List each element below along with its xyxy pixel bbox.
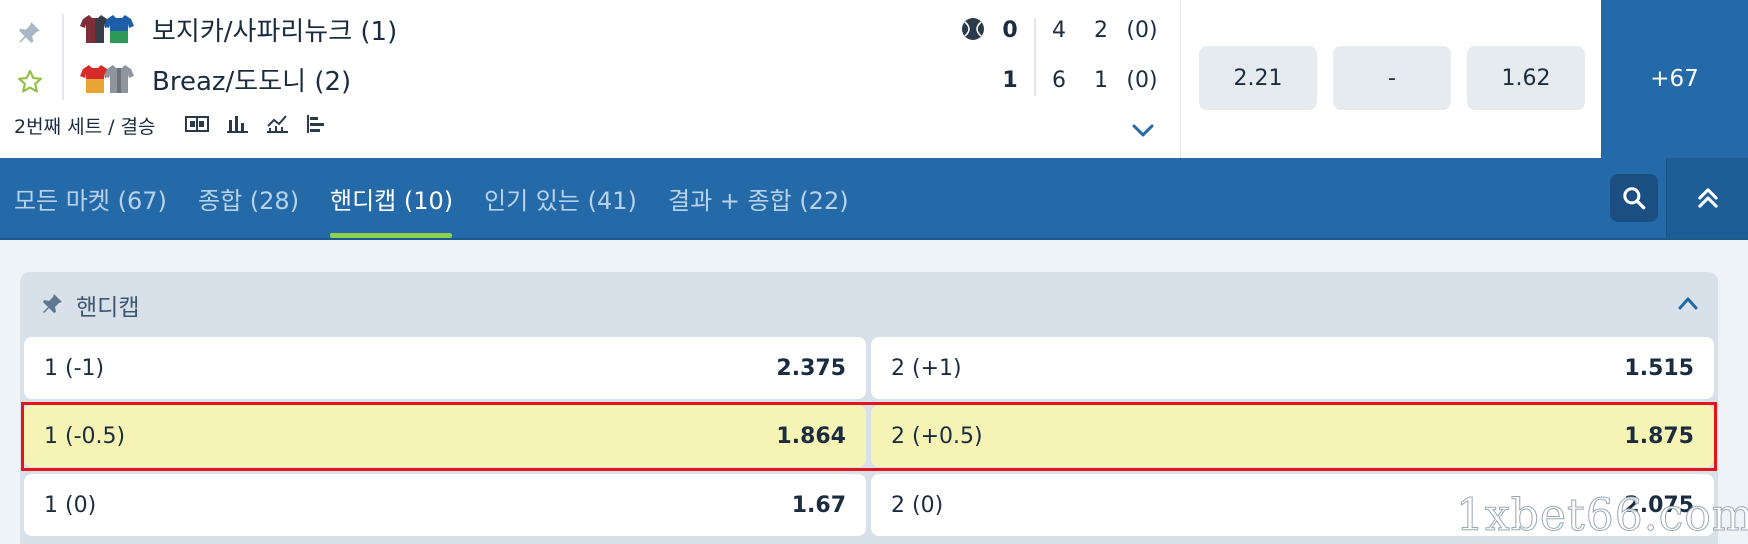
double-chevron-up-icon xyxy=(1697,188,1718,208)
team-2-set2: 1 xyxy=(1094,68,1108,93)
bet-label: 1 (-1) xyxy=(44,355,105,381)
highlight-box xyxy=(21,402,1717,471)
chevron-down-icon[interactable] xyxy=(1130,122,1156,140)
odd-button-2[interactable]: 1.62 xyxy=(1467,46,1585,110)
tab-result-total[interactable]: 결과 + 종합 (22) xyxy=(668,158,849,238)
team-2-set1: 6 xyxy=(1052,68,1066,93)
market-header[interactable]: 핸디캡 xyxy=(20,272,1718,334)
bet-odd: 2.375 xyxy=(776,355,846,381)
watermark: 1xbet66.com xyxy=(1456,490,1748,542)
tab-all-markets[interactable]: 모든 마켓 (67) xyxy=(14,158,167,238)
line-chart-icon[interactable] xyxy=(264,112,290,136)
tab-popular[interactable]: 인기 있는 (41) xyxy=(484,158,637,238)
team-1-jerseys xyxy=(80,11,138,47)
favorite-star-icon[interactable] xyxy=(16,68,44,96)
market-title: 핸디캡 xyxy=(76,295,140,321)
scoreboard-icon[interactable] xyxy=(184,112,210,136)
pin-icon[interactable] xyxy=(40,292,64,316)
bet-option[interactable]: 1 (-1) 2.375 xyxy=(24,337,866,399)
search-button[interactable] xyxy=(1610,174,1658,222)
tab-handicap[interactable]: 핸디캡 (10) xyxy=(330,158,453,238)
team-1-name: 보지카/사파리뉴크 (1) xyxy=(152,16,398,47)
team-1-set1: 4 xyxy=(1052,18,1066,43)
team-2-total-score: 1 xyxy=(1002,68,1018,93)
jersey-icon xyxy=(104,15,134,43)
divider xyxy=(62,14,64,100)
bet-odd: 1.67 xyxy=(791,492,846,518)
match-period: 2번째 세트 / 결승 xyxy=(14,116,156,138)
divider xyxy=(1034,18,1036,96)
collapse-button[interactable] xyxy=(1666,158,1748,238)
team-2-game: (0) xyxy=(1126,68,1158,93)
active-tab-indicator xyxy=(330,233,452,238)
bet-label: 2 (+1) xyxy=(891,355,962,381)
team-1-row[interactable]: 보지카/사파리뉴크 (1) xyxy=(80,9,397,49)
match-actions xyxy=(10,14,50,104)
bet-odd: 1.515 xyxy=(1624,355,1694,381)
list-chart-icon[interactable] xyxy=(304,112,330,136)
more-markets-button[interactable]: +67 xyxy=(1601,0,1748,158)
bet-label: 2 (0) xyxy=(891,492,944,518)
team-2-row[interactable]: Breaz/도도니 (2) xyxy=(80,59,351,99)
stat-icons xyxy=(184,112,330,136)
bet-option[interactable]: 1 (0) 1.67 xyxy=(24,474,866,536)
search-icon xyxy=(1623,187,1646,210)
market-tabs: 모든 마켓 (67) 종합 (28) 핸디캡 (10) 인기 있는 (41) 결… xyxy=(0,158,1748,240)
bet-label: 1 (0) xyxy=(44,492,97,518)
pin-icon[interactable] xyxy=(16,20,42,46)
bar-chart-icon[interactable] xyxy=(224,112,250,136)
odd-button-x[interactable]: - xyxy=(1333,46,1451,110)
tennis-ball-icon xyxy=(962,18,984,40)
odd-button-1[interactable]: 2.21 xyxy=(1199,46,1317,110)
main-odds: 2.21 - 1.62 xyxy=(1180,0,1601,158)
team-1-game: (0) xyxy=(1126,18,1158,43)
tab-totals[interactable]: 종합 (28) xyxy=(198,158,299,238)
jersey-icon xyxy=(104,65,134,93)
team-2-jerseys xyxy=(80,61,138,97)
team-1-set2: 2 xyxy=(1094,18,1108,43)
team-1-total-score: 0 xyxy=(1002,18,1018,43)
bet-option[interactable]: 2 (+1) 1.515 xyxy=(871,337,1714,399)
match-header: 보지카/사파리뉴크 (1) Breaz/도도니 (2) 0 1 4 2 (0) … xyxy=(0,0,1748,158)
chevron-up-icon[interactable] xyxy=(1676,294,1700,312)
team-2-name: Breaz/도도니 (2) xyxy=(152,66,352,97)
